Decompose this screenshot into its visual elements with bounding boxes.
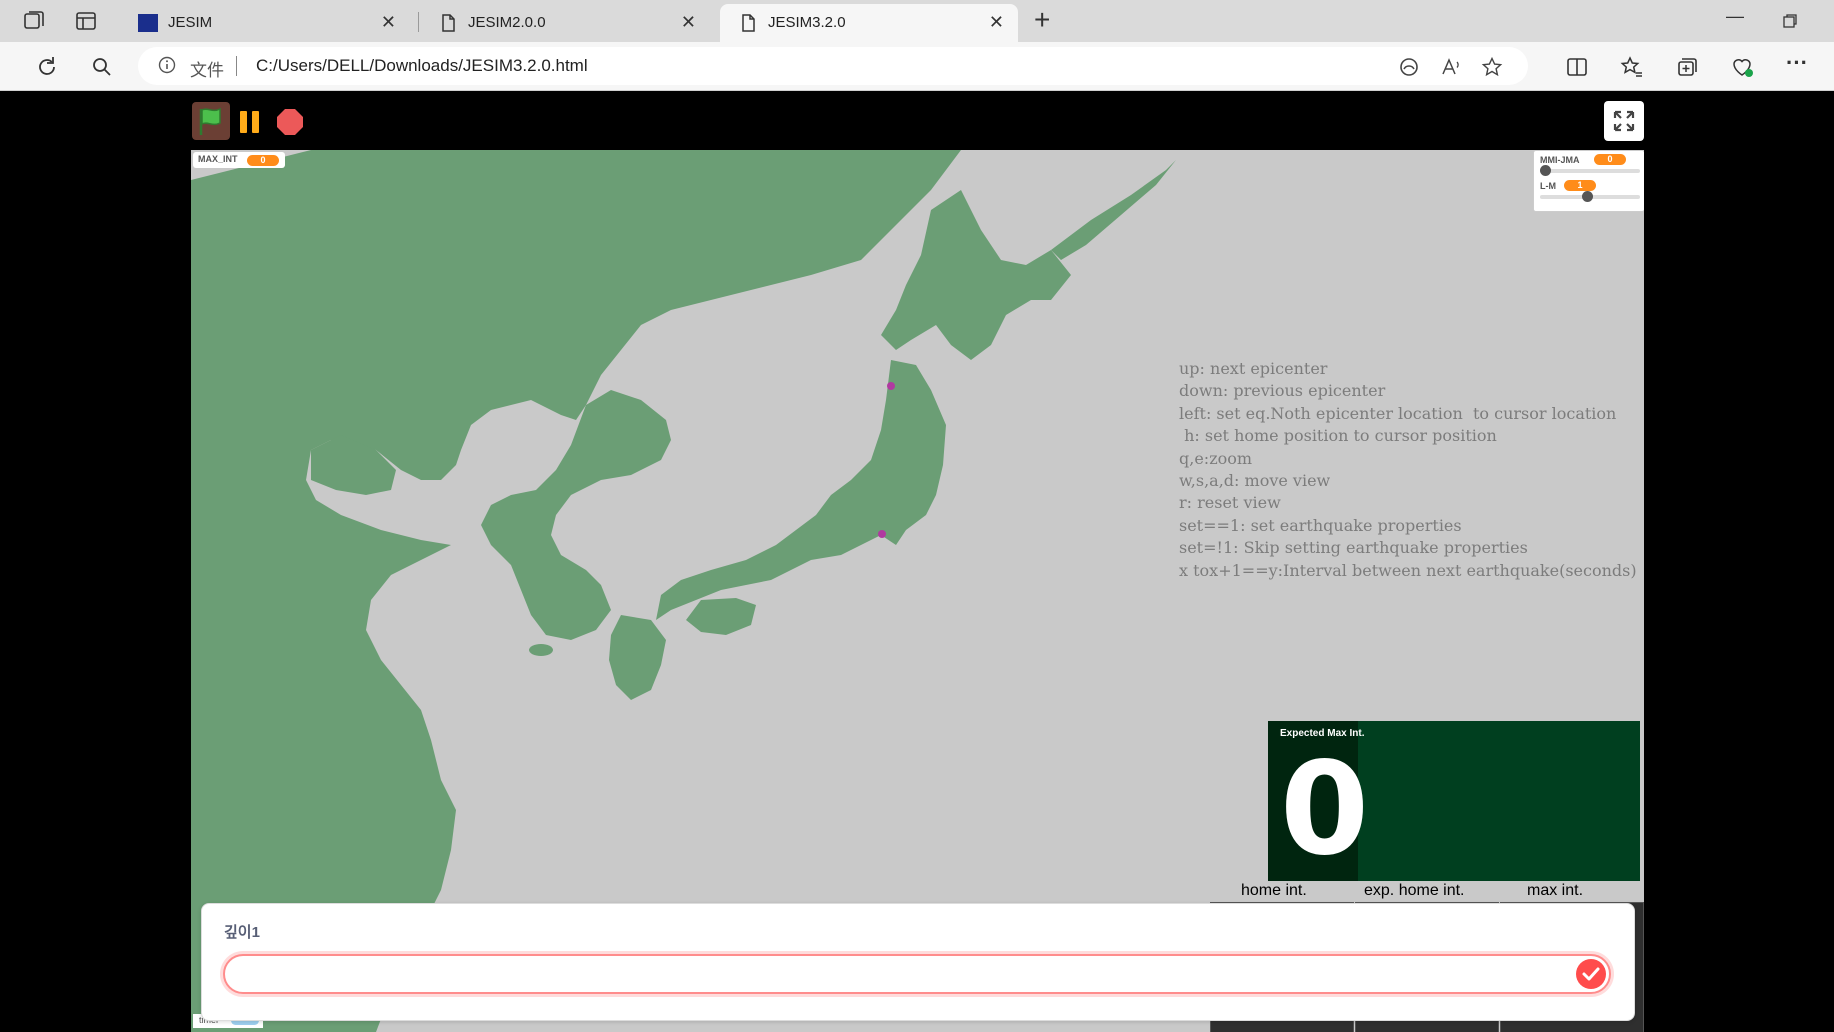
jeju-island	[529, 644, 553, 656]
search-icon[interactable]	[89, 54, 115, 80]
green-flag-icon	[199, 107, 221, 135]
close-icon[interactable]: ✕	[989, 12, 1004, 33]
divider	[236, 56, 237, 76]
honshu	[656, 360, 946, 620]
hokkaido	[881, 190, 1071, 360]
help-line: x tox+1==y:Interval between next earthqu…	[1179, 560, 1637, 580]
mmi-jma-value: 0	[1594, 154, 1626, 165]
address-bar[interactable]: 文件 C:/Users/DELL/Downloads/JESIM3.2.0.ht…	[138, 47, 1528, 85]
tab-title: JESIM2.0.0	[468, 14, 546, 31]
url-text[interactable]: C:/Users/DELL/Downloads/JESIM3.2.0.html	[256, 56, 588, 76]
tab-divider	[418, 12, 419, 32]
l-m-label: L-M	[1540, 181, 1556, 191]
collections-icon[interactable]	[1674, 54, 1700, 80]
minimize-button[interactable]: —	[1726, 6, 1744, 27]
help-line: h: set home position to cursor position	[1179, 426, 1497, 446]
max-int-label: max int.	[1527, 882, 1584, 899]
ask-dialog: 깊이1	[201, 903, 1635, 1021]
expected-max-int-value: 0	[1280, 735, 1370, 884]
more-menu-icon[interactable]: ···	[1786, 50, 1812, 76]
slider-panel: MMI-JMA 0 L-M 1	[1533, 150, 1644, 212]
fullscreen-button[interactable]	[1604, 101, 1644, 141]
close-icon[interactable]: ✕	[681, 12, 696, 33]
shikoku	[686, 598, 756, 635]
help-line: left: set eq.Noth epicenter location to …	[1179, 403, 1617, 423]
refresh-icon[interactable]	[34, 54, 60, 80]
file-icon	[442, 14, 455, 32]
kuril-islands	[1051, 160, 1176, 260]
help-line: r: reset view	[1179, 493, 1281, 513]
page-content: MAX_INT 0 MMI-JMA 0 L-M 1 up: next epice…	[0, 91, 1834, 1032]
epicenter-marker	[887, 382, 895, 390]
mmi-jma-slider[interactable]	[1540, 165, 1640, 176]
slider-knob[interactable]	[1581, 191, 1593, 202]
eu-flag-icon	[138, 14, 158, 32]
workspaces-icon[interactable]	[22, 9, 46, 33]
restore-button[interactable]	[1782, 13, 1798, 29]
help-line: up: next epicenter	[1179, 359, 1328, 378]
browser-tab-bar: JESIM ✕ JESIM2.0.0 ✕ JESIM3.2.0 ✕ + —	[0, 0, 1834, 42]
mmi-jma-label: MMI-JMA	[1540, 155, 1580, 165]
fullscreen-icon	[1613, 110, 1635, 132]
l-m-value: 1	[1564, 180, 1596, 191]
close-icon[interactable]: ✕	[381, 12, 396, 33]
slider-knob[interactable]	[1540, 165, 1551, 176]
max-int-monitor: MAX_INT 0	[193, 152, 285, 168]
favorite-star-icon[interactable]	[1481, 56, 1503, 78]
monitor-value: 0	[247, 155, 279, 166]
expected-max-int-panel: Expected Max Int. 0	[1268, 721, 1640, 881]
submit-button[interactable]	[1576, 959, 1606, 989]
tab-jesim[interactable]: JESIM ✕	[120, 4, 410, 42]
help-line: w,s,a,d: move view	[1179, 471, 1331, 491]
help-line: set==1: set earthquake properties	[1179, 515, 1462, 535]
answer-input[interactable]	[241, 962, 1545, 986]
info-icon[interactable]	[158, 56, 176, 74]
tab-jesim2[interactable]: JESIM2.0.0 ✕	[420, 4, 710, 42]
favorites-icon[interactable]	[1619, 54, 1645, 80]
read-aloud-icon[interactable]	[1440, 56, 1462, 78]
home-marker	[878, 530, 886, 538]
stop-button[interactable]	[276, 108, 304, 136]
question-text: 깊이1	[224, 924, 260, 941]
tab-actions-icon[interactable]	[74, 9, 98, 33]
korea	[481, 390, 671, 640]
help-line: down: previous epicenter	[1179, 381, 1386, 401]
answer-field[interactable]	[223, 954, 1611, 994]
help-line: q,e:zoom	[1179, 448, 1253, 468]
immersive-reader-icon[interactable]	[1398, 56, 1420, 78]
stage[interactable]: MAX_INT 0 MMI-JMA 0 L-M 1 up: next epice…	[191, 150, 1644, 1032]
tab-title: JESIM3.2.0	[768, 14, 846, 31]
l-m-slider[interactable]	[1540, 191, 1640, 202]
browser-toolbar: 文件 C:/Users/DELL/Downloads/JESIM3.2.0.ht…	[0, 42, 1834, 91]
tab-title: JESIM	[168, 14, 213, 31]
pause-button[interactable]	[238, 110, 262, 134]
file-icon	[742, 14, 755, 32]
controls-help-text: up: next epicenter down: previous epicent…	[1179, 358, 1637, 582]
green-flag-button[interactable]	[192, 102, 230, 140]
browser-essentials-icon[interactable]	[1729, 54, 1755, 80]
tab-jesim3[interactable]: JESIM3.2.0 ✕	[720, 4, 1018, 42]
monitor-label: MAX_INT	[198, 154, 238, 164]
kyushu	[609, 615, 666, 700]
new-tab-button[interactable]: +	[1034, 6, 1050, 34]
scheme-label: 文件	[190, 61, 224, 80]
home-int-label: home int.	[1241, 882, 1307, 899]
help-line: set=!1: Skip setting earthquake properti…	[1179, 538, 1528, 558]
exp-home-int-label: exp. home int.	[1364, 882, 1465, 899]
split-screen-icon[interactable]	[1564, 54, 1590, 80]
checkmark-icon	[1582, 967, 1600, 981]
